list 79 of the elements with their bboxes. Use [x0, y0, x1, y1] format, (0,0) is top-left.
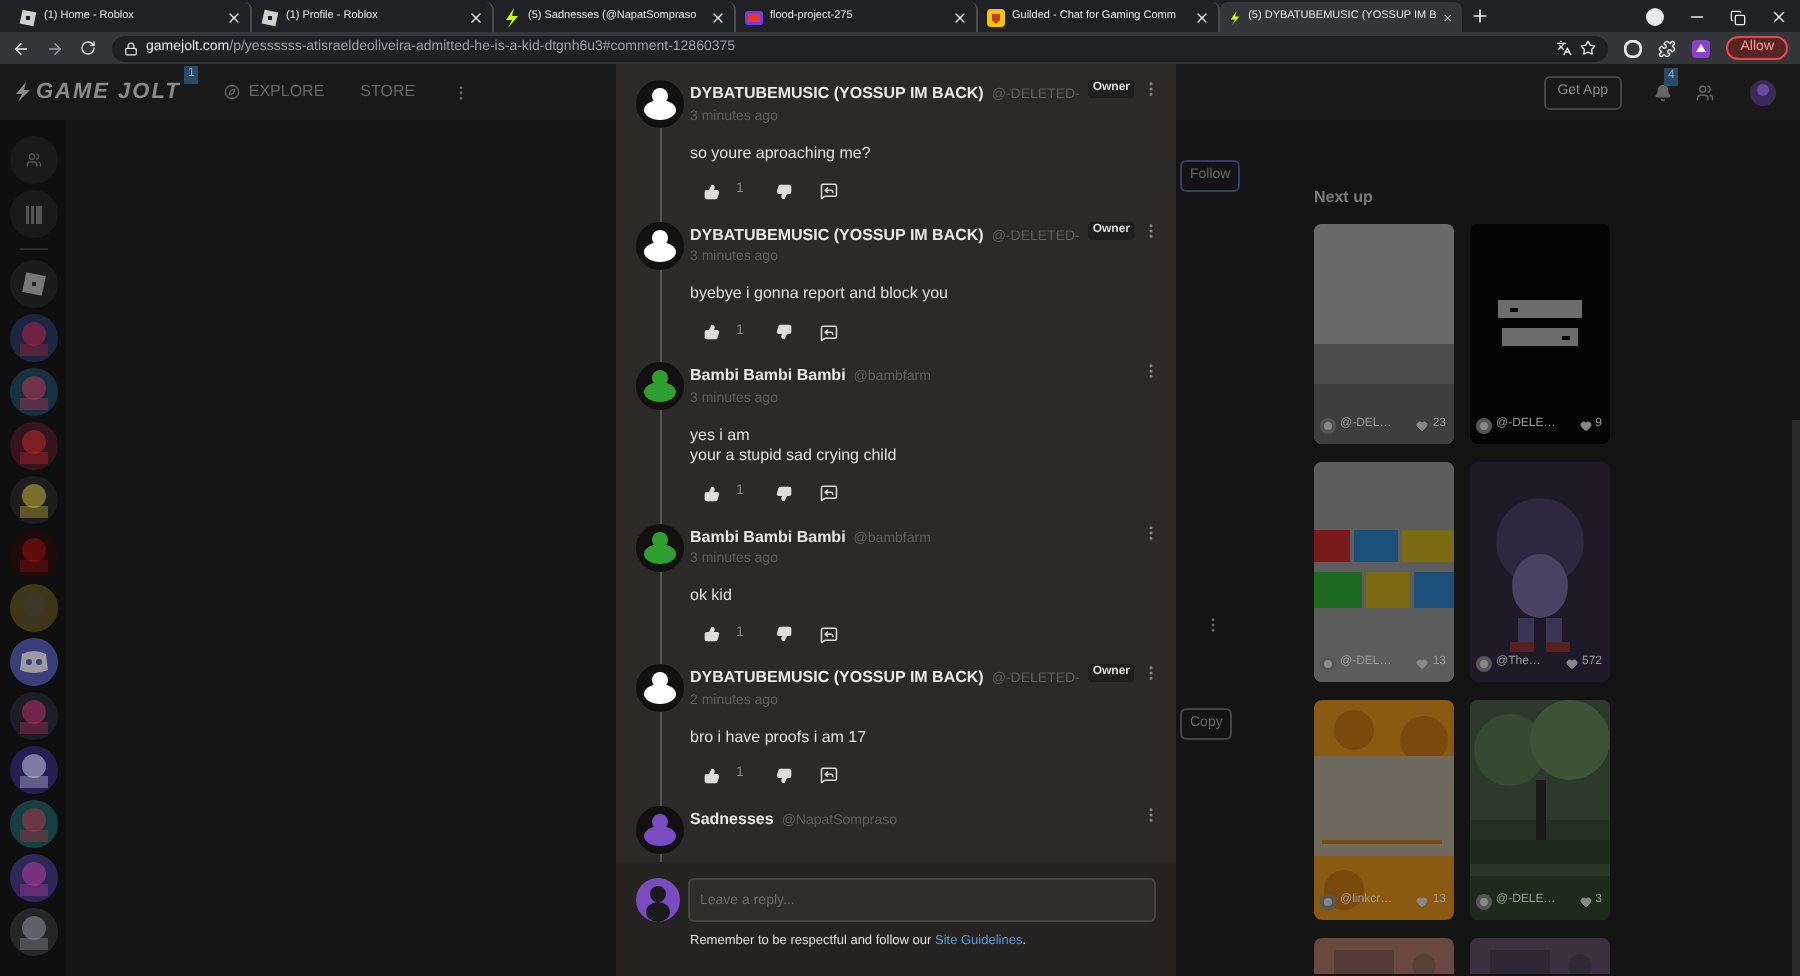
heart-icon — [1416, 419, 1429, 431]
like-icon[interactable] — [704, 183, 720, 199]
reply-icon[interactable] — [819, 625, 838, 643]
dislike-icon[interactable] — [775, 324, 792, 340]
heart-icon — [1579, 419, 1592, 431]
new-tab-icon[interactable] — [1470, 6, 1490, 26]
author-name[interactable]: Sadnesses — [690, 807, 774, 831]
comment-text: byebye i gonna report and block you — [690, 284, 950, 304]
comment-text: ok kid — [690, 586, 734, 606]
author-name[interactable]: DYBATUBEMUSIC (YOSSUP IM BACK) — [690, 666, 984, 690]
avatar — [1320, 655, 1336, 671]
shield-tab-icon — [986, 7, 1006, 27]
lock-icon — [124, 41, 138, 55]
avatar — [1320, 417, 1336, 433]
avatar — [1476, 655, 1492, 671]
author-name[interactable]: Bambi Bambi Bambi — [690, 364, 846, 388]
avatar[interactable] — [636, 80, 684, 128]
discord-icon[interactable] — [9, 638, 57, 686]
dislike-icon[interactable] — [775, 626, 792, 642]
logo-icon[interactable] — [14, 82, 32, 102]
dislike-icon[interactable] — [775, 183, 792, 199]
library-button[interactable] — [9, 190, 57, 238]
profile-icon[interactable] — [1646, 8, 1664, 26]
roblox-tab-icon — [260, 7, 280, 27]
avatar — [1320, 893, 1336, 909]
reply-icon[interactable] — [819, 182, 838, 200]
section-title: Next up — [1314, 186, 1375, 210]
lightning-tab-icon — [502, 7, 522, 27]
close-icon[interactable] — [226, 9, 242, 25]
comment-text: bro i have proofs i am 17 — [690, 727, 869, 747]
avatar — [1476, 893, 1492, 909]
like-icon[interactable] — [704, 485, 720, 501]
reload-icon[interactable] — [80, 40, 96, 56]
avatar[interactable] — [636, 664, 684, 712]
dislike-icon[interactable] — [775, 767, 792, 783]
heart-icon — [1416, 895, 1429, 907]
extension-icon[interactable] — [1692, 39, 1711, 57]
close-window-icon[interactable] — [1770, 8, 1788, 26]
forward-icon[interactable] — [46, 39, 64, 57]
reply-icon[interactable] — [819, 766, 838, 784]
comment-text: yes i am — [690, 425, 752, 445]
notifications-icon[interactable] — [1654, 83, 1672, 101]
like-icon[interactable] — [704, 324, 720, 340]
avatar[interactable] — [636, 221, 684, 269]
library-icon — [25, 205, 41, 223]
close-icon[interactable] — [1194, 9, 1210, 25]
bookmark-icon[interactable] — [1580, 40, 1597, 56]
users-icon — [25, 152, 41, 168]
reply-icon[interactable] — [819, 484, 838, 502]
close-icon[interactable] — [952, 9, 968, 25]
comment-text: your a stupid sad crying child — [690, 445, 899, 465]
extensions-icon[interactable] — [1658, 39, 1677, 57]
translate-icon[interactable] — [1556, 40, 1573, 56]
author-name[interactable]: DYBATUBEMUSIC (YOSSUP IM BACK) — [690, 223, 984, 247]
nav-link[interactable]: STORE — [360, 80, 416, 104]
friends-icon[interactable] — [1696, 83, 1714, 101]
restore-icon[interactable] — [1730, 9, 1746, 25]
back-icon[interactable] — [12, 39, 30, 57]
site-logo[interactable]: GAME JOLT — [36, 75, 181, 109]
extension-icon[interactable] — [1624, 39, 1643, 57]
author-name[interactable]: Bambi Bambi Bambi — [690, 525, 846, 549]
heart-icon — [1416, 657, 1429, 669]
like-icon[interactable] — [704, 767, 720, 783]
close-icon[interactable] — [468, 9, 484, 25]
avatar — [1476, 417, 1492, 433]
reply-icon[interactable] — [819, 323, 838, 341]
heart-icon — [1565, 657, 1578, 669]
author-name[interactable]: DYBATUBEMUSIC (YOSSUP IM BACK) — [690, 82, 984, 106]
roblox-icon[interactable] — [9, 260, 57, 308]
comment-text: so youre aproaching me? — [690, 143, 873, 163]
dislike-icon[interactable] — [775, 485, 792, 501]
tv-tab-icon — [744, 7, 764, 27]
like-icon[interactable] — [704, 626, 720, 642]
nav-link[interactable]: EXPLORE — [248, 80, 325, 104]
roblox-tab-icon — [18, 7, 38, 27]
explore-icon — [224, 84, 241, 100]
lightning-tab-icon — [1228, 7, 1243, 27]
heart-icon — [1579, 895, 1592, 907]
close-icon[interactable] — [710, 9, 726, 25]
